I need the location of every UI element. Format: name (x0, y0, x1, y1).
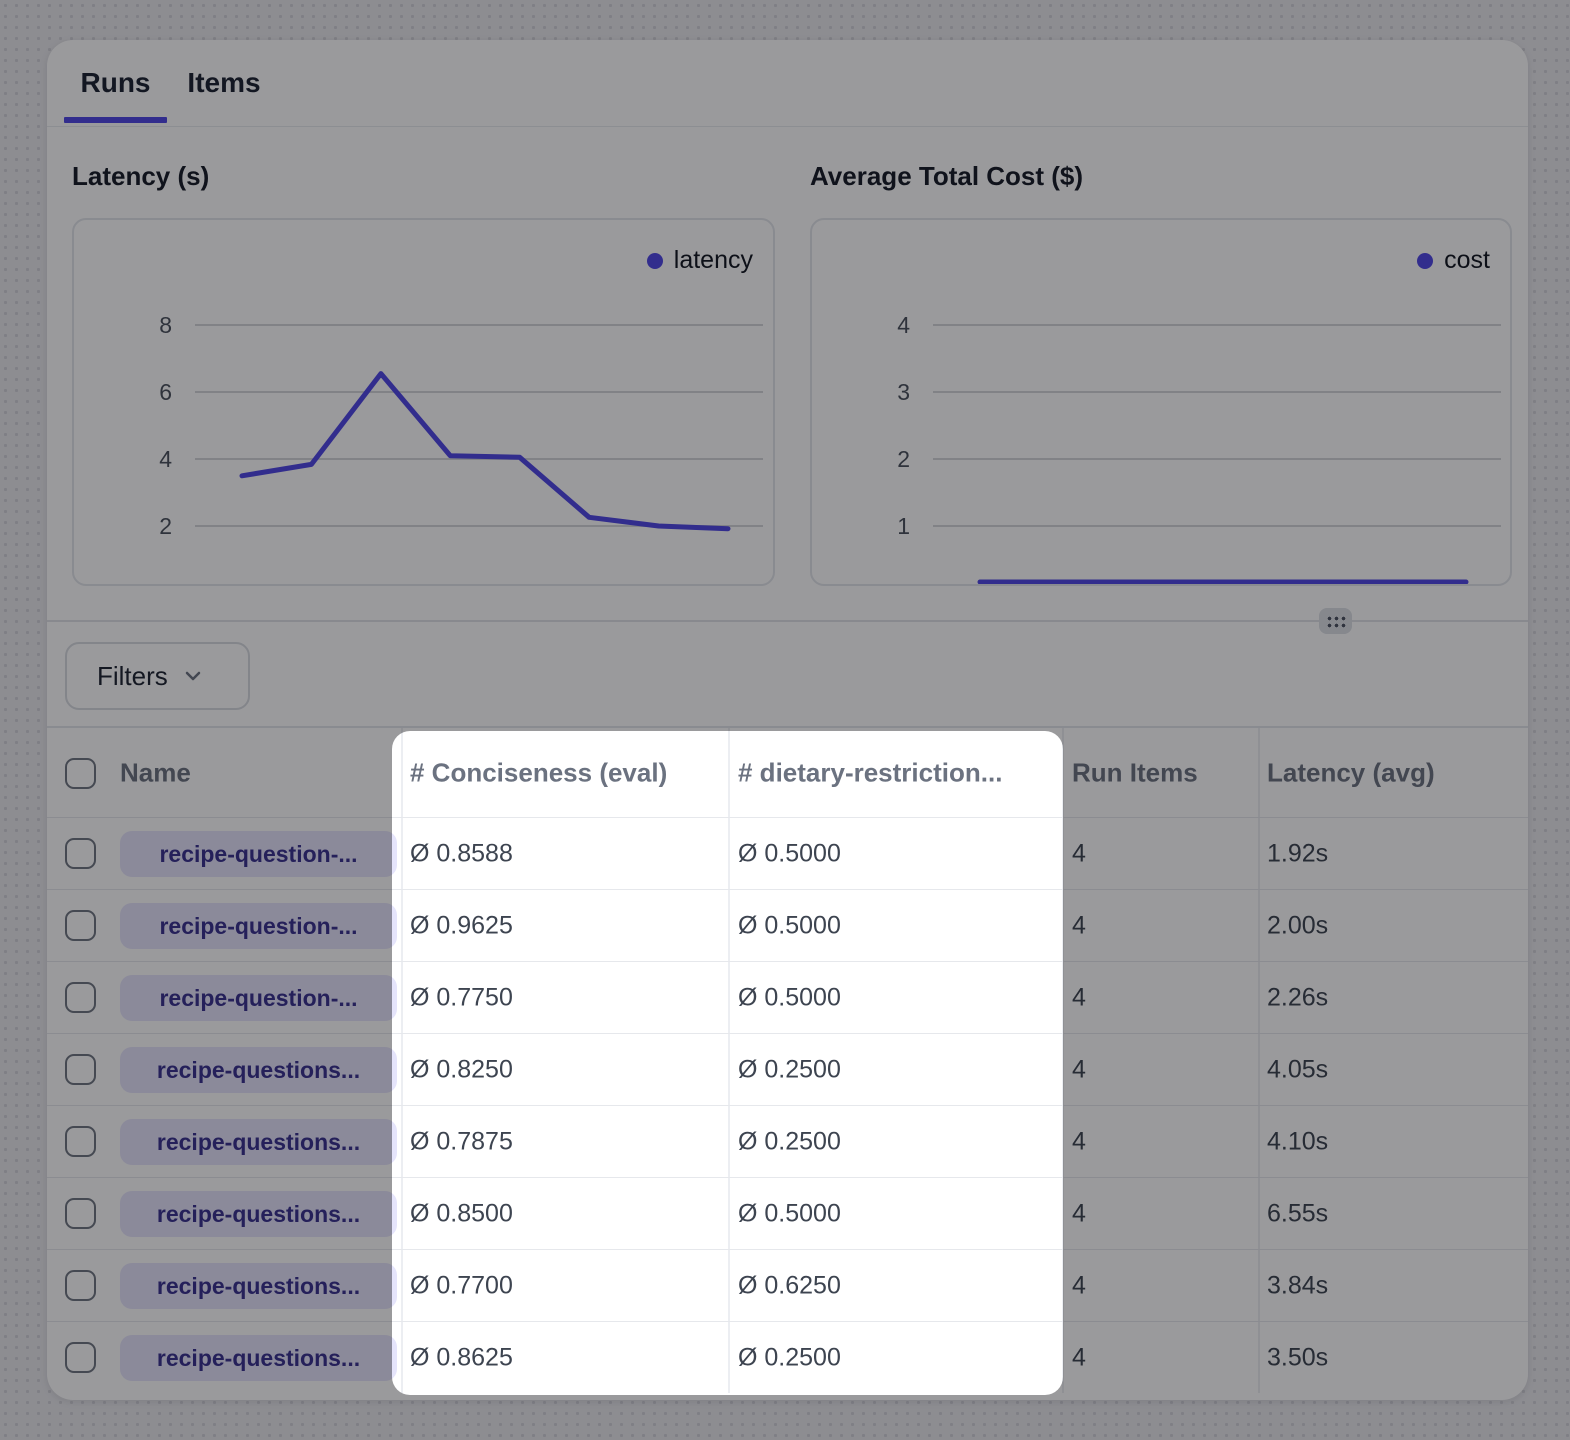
table-row: recipe-question-... Ø 0.9625 Ø 0.5000 4 2.00… (47, 889, 1528, 961)
cell-dietary: Ø 0.2500 (738, 1127, 841, 1156)
cell-dietary: Ø 0.5000 (738, 1199, 841, 1228)
filters-button[interactable]: Filters (65, 642, 250, 710)
table-row: recipe-questions... Ø 0.8250 Ø 0.2500 4 4.05… (47, 1033, 1528, 1105)
latency-chart: 8 6 4 2 latency (72, 218, 775, 586)
cell-conciseness: Ø 0.9625 (410, 911, 513, 940)
cell-latency: 2.26s (1267, 983, 1328, 1012)
row-checkbox[interactable] (65, 838, 96, 869)
table-header: Name # Conciseness (eval) # dietary-rest… (47, 726, 1528, 817)
cell-conciseness: Ø 0.8500 (410, 1199, 513, 1228)
cell-dietary: Ø 0.5000 (738, 911, 841, 940)
row-checkbox[interactable] (65, 982, 96, 1013)
table-row: recipe-questions... Ø 0.7700 Ø 0.6250 4 3.84… (47, 1249, 1528, 1321)
cell-dietary: Ø 0.2500 (738, 1055, 841, 1084)
svg-text:4: 4 (159, 446, 172, 472)
column-header-run-items: Run Items (1072, 757, 1198, 788)
tab-runs[interactable]: Runs (64, 40, 167, 126)
cell-conciseness: Ø 0.7750 (410, 983, 513, 1012)
cell-latency: 4.05s (1267, 1055, 1328, 1084)
drag-handle[interactable] (1319, 608, 1352, 634)
cell-run-items: 4 (1072, 1343, 1086, 1372)
cell-latency: 3.84s (1267, 1271, 1328, 1300)
cell-dietary: Ø 0.2500 (738, 1343, 841, 1372)
cell-conciseness: Ø 0.7700 (410, 1271, 513, 1300)
cell-latency: 2.00s (1267, 911, 1328, 940)
tab-bar: Runs Items (47, 40, 1528, 127)
run-name-badge[interactable]: recipe-question-... (120, 831, 397, 877)
svg-text:4: 4 (897, 312, 910, 338)
row-checkbox[interactable] (65, 1342, 96, 1373)
run-name-badge[interactable]: recipe-questions... (120, 1119, 397, 1165)
svg-text:6: 6 (159, 379, 172, 405)
cell-run-items: 4 (1072, 983, 1086, 1012)
cell-run-items: 4 (1072, 1055, 1086, 1084)
latency-chart-title: Latency (s) (72, 161, 209, 192)
legend-label: cost (1444, 246, 1490, 275)
select-all-checkbox[interactable] (65, 758, 96, 789)
run-name-badge[interactable]: recipe-questions... (120, 1335, 397, 1381)
table-row: recipe-question-... Ø 0.8588 Ø 0.5000 4 1.92… (47, 817, 1528, 889)
table-body: recipe-question-... Ø 0.8588 Ø 0.5000 4 1.92… (47, 817, 1528, 1393)
section-divider (47, 620, 1528, 622)
table-row: recipe-question-... Ø 0.7750 Ø 0.5000 4 2.26… (47, 961, 1528, 1033)
cell-run-items: 4 (1072, 911, 1086, 940)
table-row: recipe-questions... Ø 0.8625 Ø 0.2500 4 3.50… (47, 1321, 1528, 1393)
cost-chart: 4 3 2 1 cost (810, 218, 1512, 586)
table-row: recipe-questions... Ø 0.8500 Ø 0.5000 4 6.55… (47, 1177, 1528, 1249)
cell-dietary: Ø 0.5000 (738, 983, 841, 1012)
filters-label: Filters (97, 661, 168, 692)
cost-chart-title: Average Total Cost ($) (810, 161, 1083, 192)
table-row: recipe-questions... Ø 0.7875 Ø 0.2500 4 4.10… (47, 1105, 1528, 1177)
runs-panel: Runs Items Latency (s) Average Total Cos… (47, 40, 1528, 1400)
svg-text:2: 2 (897, 446, 910, 472)
cell-latency: 1.92s (1267, 839, 1328, 868)
svg-text:8: 8 (159, 312, 172, 338)
grip-dots-icon (1326, 615, 1346, 628)
run-name-badge[interactable]: recipe-questions... (120, 1047, 397, 1093)
legend-dot (1417, 253, 1433, 269)
row-checkbox[interactable] (65, 1198, 96, 1229)
cell-dietary: Ø 0.6250 (738, 1271, 841, 1300)
svg-text:2: 2 (159, 513, 172, 539)
cell-run-items: 4 (1072, 839, 1086, 868)
cell-latency: 6.55s (1267, 1199, 1328, 1228)
row-checkbox[interactable] (65, 1126, 96, 1157)
runs-table: Name # Conciseness (eval) # dietary-rest… (47, 726, 1528, 1393)
legend-label: latency (674, 246, 753, 275)
column-header-dietary: # dietary-restriction... (738, 757, 1002, 788)
svg-text:1: 1 (897, 513, 910, 539)
cell-conciseness: Ø 0.8625 (410, 1343, 513, 1372)
svg-text:3: 3 (897, 379, 910, 405)
cell-run-items: 4 (1072, 1127, 1086, 1156)
run-name-badge[interactable]: recipe-question-... (120, 903, 397, 949)
row-checkbox[interactable] (65, 910, 96, 941)
chevron-down-icon (181, 664, 205, 688)
run-name-badge[interactable]: recipe-question-... (120, 975, 397, 1021)
column-header-latency: Latency (avg) (1267, 757, 1435, 788)
run-name-badge[interactable]: recipe-questions... (120, 1191, 397, 1237)
row-checkbox[interactable] (65, 1054, 96, 1085)
cost-chart-canvas: 4 3 2 1 (812, 220, 1511, 584)
cell-run-items: 4 (1072, 1199, 1086, 1228)
screen: { "theme": { "accent": "#4f46e5", "badge… (0, 0, 1570, 1440)
legend-dot (647, 253, 663, 269)
cell-dietary: Ø 0.5000 (738, 839, 841, 868)
column-header-name: Name (120, 757, 191, 788)
cell-conciseness: Ø 0.7875 (410, 1127, 513, 1156)
cell-conciseness: Ø 0.8588 (410, 839, 513, 868)
cost-legend: cost (1417, 246, 1490, 275)
cell-latency: 4.10s (1267, 1127, 1328, 1156)
run-name-badge[interactable]: recipe-questions... (120, 1263, 397, 1309)
column-header-conciseness: # Conciseness (eval) (410, 757, 667, 788)
cell-conciseness: Ø 0.8250 (410, 1055, 513, 1084)
latency-legend: latency (647, 246, 753, 275)
tab-items[interactable]: Items (177, 40, 271, 126)
row-checkbox[interactable] (65, 1270, 96, 1301)
cell-run-items: 4 (1072, 1271, 1086, 1300)
cell-latency: 3.50s (1267, 1343, 1328, 1372)
